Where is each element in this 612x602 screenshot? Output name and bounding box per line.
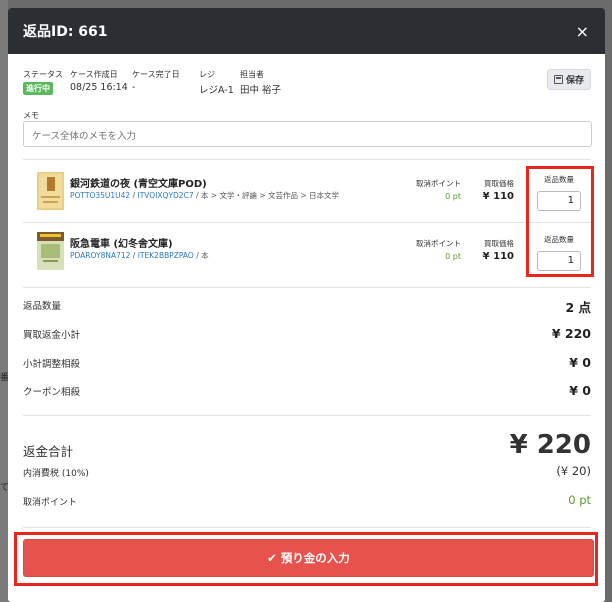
divider (23, 287, 591, 288)
tax-value: (¥ 20) (556, 464, 591, 478)
book-cover-thumbnail (37, 172, 64, 210)
summary-qty-value: 2 点 (565, 300, 591, 315)
created-field: ケース作成日 08/25 16:14 (70, 69, 128, 93)
status-field: ステータス 進行中 (23, 69, 63, 95)
subtotal-label: 買取返金小計 (23, 330, 81, 341)
total-value: ¥ 220 (509, 430, 591, 460)
divider (23, 222, 591, 223)
modal-header: 返品ID: 661 × (8, 8, 605, 54)
return-item: 阪急電車 (幻冬舎文庫) PDAROY8NA712 / ITEK2BBPZPAO… (23, 225, 591, 277)
total-label: 返金合計 (23, 444, 74, 459)
item-meta: POTTO35U1U42 / ITVOIXQYD2C7 / 本 > 文学・評論 … (70, 191, 340, 200)
summary-subtotal-row: 買取返金小計 ¥ 220 (23, 326, 591, 343)
divider (23, 415, 591, 416)
subtotal-value: ¥ 220 (551, 326, 591, 341)
cancel-points-value: 0 pt (445, 252, 461, 261)
memo-input[interactable] (23, 121, 592, 147)
case-info: ステータス 進行中 ケース作成日 08/25 16:14 ケース完了日 - レジ… (23, 69, 591, 109)
item-code-link[interactable]: ITEK2BBPZPAO (138, 251, 194, 260)
book-cover-thumbnail (37, 232, 64, 270)
return-qty: 返品数量 (533, 234, 585, 271)
staff-field: 担当者 田中 裕子 (240, 69, 281, 96)
status-badge: 進行中 (23, 82, 53, 95)
buy-price-label: 買取価格 (484, 179, 514, 188)
tax-row: 内消費税 (10%) (¥ 20) (23, 464, 591, 480)
return-item: 銀河鉄道の夜 (青空文庫POD) POTTO35U1U42 / ITVOIXQY… (23, 165, 591, 217)
item-title: 阪急電車 (幻冬舎文庫) (70, 239, 173, 250)
cancel-points: 取消ポイント 0 pt (416, 238, 461, 261)
summary-qty-label: 返品数量 (23, 301, 62, 312)
coupon-value: ¥ 0 (569, 383, 591, 398)
coupon-label: クーポン相殺 (23, 387, 81, 398)
return-qty: 返品数量 (533, 174, 585, 211)
return-qty-input[interactable] (537, 250, 581, 271)
cancel-points-value: 0 pt (445, 192, 461, 201)
summary-adjust-row: 小計調整相殺 ¥ 0 (23, 355, 591, 372)
memo-label: メモ (23, 111, 39, 120)
created-label: ケース作成日 (70, 70, 118, 79)
tax-label: 内消費税 (10%) (23, 469, 89, 479)
item-code-link[interactable]: PDAROY8NA712 (70, 251, 130, 260)
buy-price-value: ¥ 110 (482, 191, 514, 202)
check-icon: ✔ (267, 551, 277, 565)
register-label: レジ (199, 70, 215, 79)
item-category-path: / 本 > 文学・評論 > 文芸作品 > 日本文学 (193, 191, 340, 200)
backdrop (0, 0, 8, 602)
staff-label: 担当者 (240, 70, 264, 79)
buy-price: 買取価格 ¥ 110 (483, 238, 514, 262)
register-value: レジA-1 (199, 85, 234, 96)
adjust-value: ¥ 0 (569, 355, 591, 370)
save-label: 保存 (565, 76, 584, 86)
cancel-points-label: 取消ポイント (416, 239, 461, 248)
deposit-button-label: 預り金の入力 (280, 551, 350, 565)
return-qty-input[interactable] (537, 190, 581, 211)
buy-price-value: ¥ 110 (482, 251, 514, 262)
item-title: 銀河鉄道の夜 (青空文庫POD) (70, 179, 207, 190)
divider (23, 527, 591, 528)
save-icon (553, 75, 563, 84)
created-value: 08/25 16:14 (70, 82, 128, 93)
item-code-link[interactable]: POTTO35U1U42 (70, 191, 130, 200)
cancel-points-label: 取消ポイント (416, 179, 461, 188)
item-category-path: / 本 (193, 251, 209, 260)
points-label: 取消ポイント (23, 498, 78, 508)
close-icon[interactable]: × (576, 22, 589, 41)
item-meta: PDAROY8NA712 / ITEK2BBPZPAO / 本 (70, 251, 209, 260)
save-button[interactable]: 保存 (546, 69, 591, 90)
completed-value: - (132, 82, 136, 93)
modal-title: 返品ID: 661 (23, 24, 108, 40)
staff-value: 田中 裕子 (240, 85, 282, 96)
deposit-input-button[interactable]: ✔ 預り金の入力 (23, 539, 594, 577)
points-row: 取消ポイント 0 pt (23, 493, 591, 509)
return-modal: 返品ID: 661 × ステータス 進行中 ケース作成日 08/25 16:14… (8, 8, 605, 602)
completed-field: ケース完了日 - (132, 69, 180, 93)
cancel-points: 取消ポイント 0 pt (416, 178, 461, 201)
buy-price-label: 買取価格 (484, 239, 514, 248)
return-qty-label: 返品数量 (544, 235, 574, 244)
adjust-label: 小計調整相殺 (23, 359, 81, 370)
completed-label: ケース完了日 (132, 70, 180, 79)
buy-price: 買取価格 ¥ 110 (483, 178, 514, 202)
summary-qty-row: 返品数量 2 点 (23, 298, 591, 315)
return-qty-label: 返品数量 (544, 175, 574, 184)
status-label: ステータス (23, 70, 63, 79)
item-code-link[interactable]: ITVOIXQYD2C7 (138, 191, 194, 200)
summary-coupon-row: クーポン相殺 ¥ 0 (23, 383, 591, 400)
register-field: レジ レジA-1 (199, 69, 234, 96)
divider (23, 159, 591, 160)
points-value: 0 pt (568, 493, 591, 507)
